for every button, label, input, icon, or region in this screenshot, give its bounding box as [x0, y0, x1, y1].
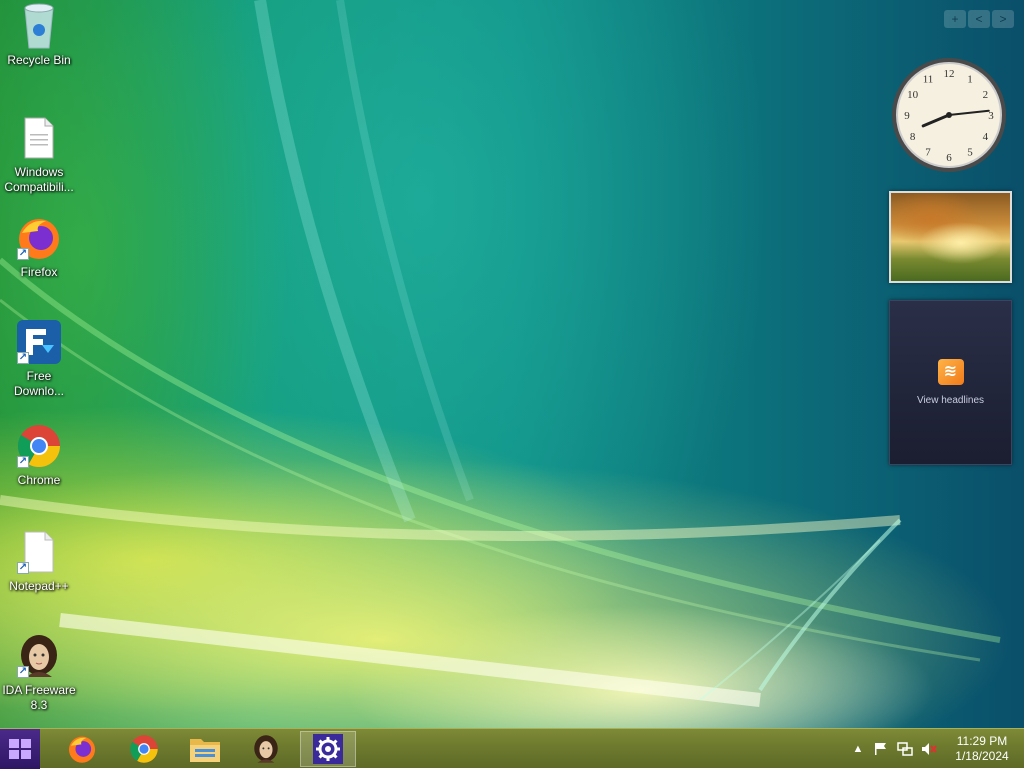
desktop-icon-label: Firefox	[20, 265, 58, 279]
tray-clock[interactable]: 11:29 PM 1/18/2024	[946, 734, 1018, 764]
taskbar-ida-freeware-button[interactable]	[238, 731, 294, 767]
desktop-icon-label: Chrome	[17, 473, 61, 487]
photo-slideshow-gadget[interactable]	[889, 191, 1012, 283]
desktop-icon-firefox[interactable]: ↗ Firefox	[2, 214, 76, 280]
folder-icon	[190, 739, 220, 762]
flag-icon[interactable]	[873, 741, 889, 757]
clock-numeral: 3	[988, 110, 994, 122]
clock-numeral: 5	[967, 146, 973, 158]
start-button[interactable]	[0, 729, 40, 769]
wallpaper	[0, 0, 1001, 707]
volume-muted-icon[interactable]	[921, 741, 937, 757]
analog-clock-icon: 1234567891011 12	[892, 58, 1006, 172]
clock-numeral: 7	[925, 146, 931, 158]
chevron-up-icon[interactable]: ▲	[850, 741, 866, 757]
document-icon	[15, 114, 63, 162]
ida-freeware-icon	[254, 735, 278, 763]
clock-numeral: 11	[923, 74, 934, 86]
taskbar: ▲ 11:29 PM 1/18/2024	[0, 728, 1024, 769]
tray-time: 11:29 PM	[956, 734, 1008, 748]
clock-numeral: 2	[983, 89, 989, 101]
desktop[interactable]: Recycle Bin Windows Compatibili... ↗ Fir…	[0, 0, 1024, 728]
clock-numeral: 9	[904, 110, 910, 122]
shortcut-arrow-icon: ↗	[17, 352, 29, 364]
chrome-icon	[130, 735, 158, 763]
ida-freeware-icon: ↗	[15, 632, 63, 680]
desktop-icon-chrome[interactable]: ↗ Chrome	[2, 422, 76, 488]
clock-numeral: 6	[946, 152, 952, 164]
gear-icon	[313, 734, 343, 764]
chrome-icon: ↗	[15, 422, 63, 470]
previous-gadget-button[interactable]: <	[968, 10, 990, 28]
desktop-icon-label: Recycle Bin	[7, 53, 71, 67]
clock-numeral: 10	[907, 89, 919, 101]
desktop-icon-label: IDA Freeware 8.3	[2, 683, 76, 712]
taskbar-chrome-button[interactable]	[116, 731, 172, 767]
shortcut-arrow-icon: ↗	[17, 562, 29, 574]
free-download-manager-icon: ↗	[15, 318, 63, 366]
notepad-plus-plus-icon: ↗	[15, 528, 63, 576]
feed-headlines-label[interactable]: View headlines	[917, 395, 984, 406]
taskbar-file-explorer-button[interactable]	[177, 731, 233, 767]
shortcut-arrow-icon: ↗	[17, 456, 29, 468]
network-icon[interactable]	[897, 741, 913, 757]
rss-feed-icon: ≋	[937, 359, 964, 385]
desktop-icon-recycle-bin[interactable]: Recycle Bin	[2, 2, 76, 68]
clock-numeral: 8	[910, 131, 916, 143]
feed-headlines-gadget[interactable]: ≋ View headlines	[889, 300, 1012, 465]
desktop-icon-free-download-manager[interactable]: ↗ Free Downlo...	[2, 318, 76, 399]
firefox-icon	[68, 736, 96, 763]
taskbar-settings-button[interactable]	[300, 731, 356, 767]
windows-start-icon	[9, 739, 31, 759]
add-gadget-button[interactable]: +	[944, 10, 966, 28]
desktop-icon-ida-freeware[interactable]: ↗ IDA Freeware 8.3	[2, 632, 76, 713]
clock-numeral: 12	[944, 68, 955, 80]
clock-numeral: 1	[967, 74, 973, 86]
clock-numeral: 4	[983, 131, 989, 143]
clock-gadget[interactable]: 1 2 3 4 5 6 7 8 9 10 11 12	[890, 56, 1008, 174]
firefox-icon: ↗	[15, 214, 63, 262]
tray-date: 1/18/2024	[955, 749, 1009, 763]
recycle-bin-icon	[15, 2, 63, 50]
desktop-icon-notepad-plus-plus[interactable]: ↗ Notepad++	[2, 528, 76, 594]
taskbar-firefox-button[interactable]	[54, 731, 110, 767]
desktop-icon-windows-compatibility[interactable]: Windows Compatibili...	[2, 114, 76, 195]
sidebar-controls: + < >	[938, 10, 1014, 28]
desktop-icon-label: Free Downlo...	[13, 369, 65, 398]
photo-slideshow-icon	[891, 193, 1010, 281]
desktop-icon-label: Windows Compatibili...	[4, 165, 74, 194]
desktop-icon-label: Notepad++	[9, 579, 69, 593]
shortcut-arrow-icon: ↗	[17, 666, 29, 678]
next-gadget-button[interactable]: >	[992, 10, 1014, 28]
shortcut-arrow-icon: ↗	[17, 248, 29, 260]
